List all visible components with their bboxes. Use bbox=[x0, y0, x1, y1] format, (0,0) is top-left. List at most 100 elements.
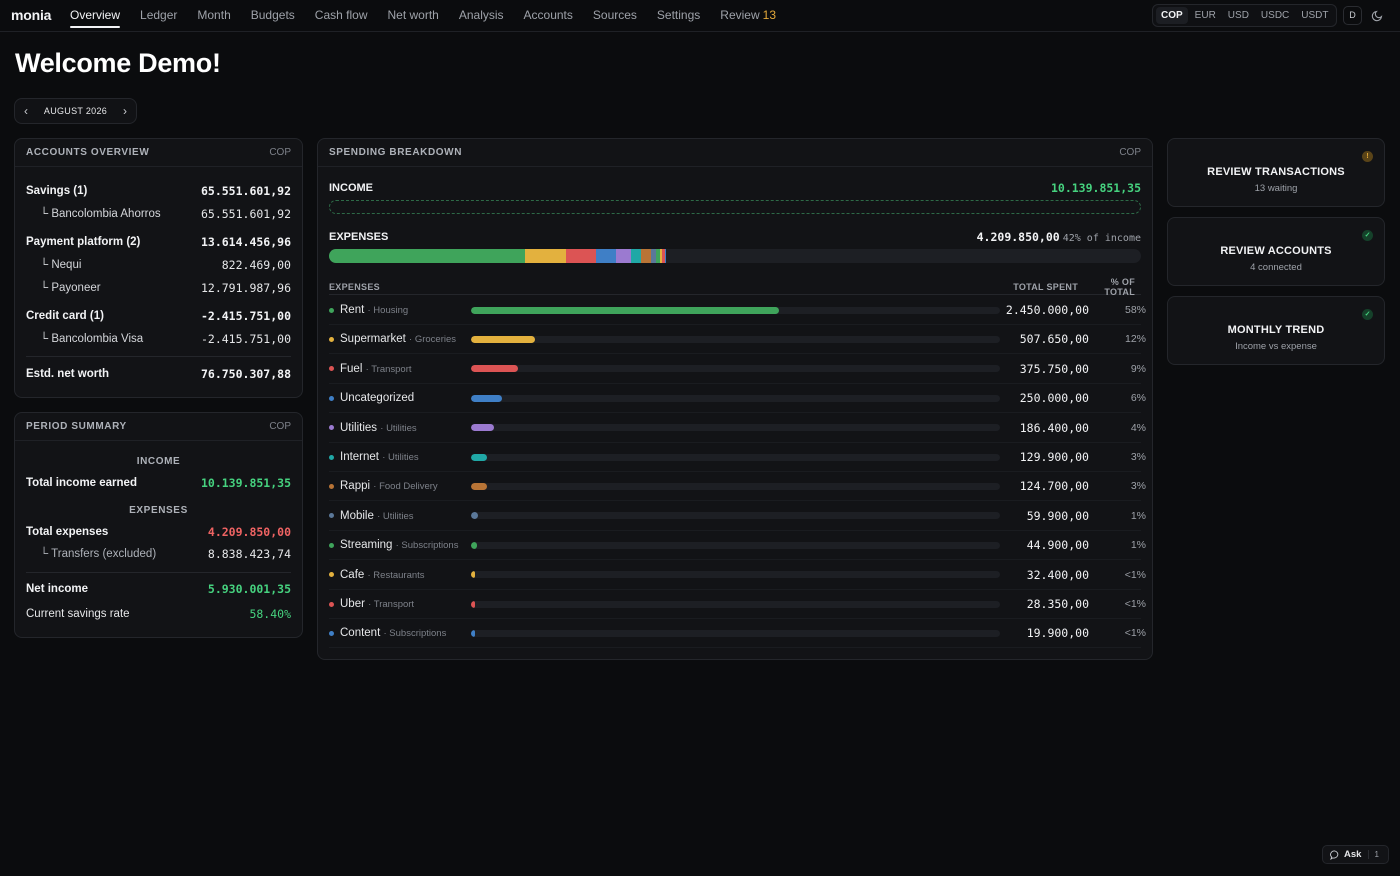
expense-bar-fill bbox=[471, 482, 487, 490]
account-group-row[interactable]: Savings (1) 65.551.601,92 bbox=[26, 183, 291, 199]
review-transactions-card[interactable]: ! REVIEW TRANSACTIONS 13 waiting bbox=[1167, 138, 1385, 207]
expense-bar-track bbox=[471, 306, 1000, 314]
expense-name: Content · Subscriptions bbox=[340, 627, 471, 639]
account-row[interactable]: └ Payoneer 12.791.987,96 bbox=[26, 280, 291, 296]
ask-button[interactable]: Ask 1 bbox=[1322, 845, 1389, 864]
expense-row[interactable]: Fuel · Transport 375.750,00 9% bbox=[329, 355, 1146, 384]
net-income-value: 5.930.001,35 bbox=[207, 582, 291, 596]
expense-label: Rappi bbox=[340, 480, 371, 493]
expense-name: Uncategorized bbox=[340, 392, 471, 404]
expense-row[interactable]: Internet · Utilities 129.900,00 3% bbox=[329, 443, 1146, 472]
expense-bar-fill bbox=[471, 629, 475, 637]
currency-usdc[interactable]: USDC bbox=[1256, 7, 1294, 24]
net-worth-label: Estd. net worth bbox=[26, 368, 110, 380]
account-group-name: Savings (1) bbox=[26, 185, 88, 197]
expense-row[interactable]: Rappi · Food Delivery 124.700,00 3% bbox=[329, 472, 1146, 502]
category-color-dot bbox=[329, 513, 334, 519]
expense-row[interactable]: Cafe · Restaurants 32.400,00 <1% bbox=[329, 561, 1146, 590]
expense-category: · Utilities bbox=[382, 452, 419, 463]
nav-net-worth[interactable]: Net worth bbox=[387, 0, 438, 32]
expense-segment bbox=[329, 249, 526, 263]
transfers-value: 8.838.423,74 bbox=[207, 547, 291, 561]
expense-label: Uber bbox=[340, 598, 365, 610]
category-color-dot bbox=[329, 307, 334, 313]
expense-percent: <1% bbox=[1124, 598, 1146, 610]
month-label[interactable]: AUGUST 2026 bbox=[44, 106, 107, 116]
nav-month[interactable]: Month bbox=[197, 0, 230, 32]
expenses-heading: EXPENSES bbox=[129, 505, 188, 516]
nav-review[interactable]: Review 13 bbox=[720, 0, 776, 32]
expense-amount: 44.900,00 bbox=[1026, 538, 1089, 553]
expense-row[interactable]: Uncategorized 250.000,00 6% bbox=[329, 384, 1146, 414]
nav-label: Analysis bbox=[458, 8, 504, 22]
monthly-trend-card[interactable]: ✓ MONTHLY TREND Income vs expense bbox=[1167, 296, 1385, 365]
review-accounts-card[interactable]: ✓ REVIEW ACCOUNTS 4 connected bbox=[1167, 217, 1385, 286]
brand-logo[interactable]: monia bbox=[11, 7, 51, 23]
category-color-dot bbox=[329, 336, 334, 342]
nav-ledger[interactable]: Ledger bbox=[140, 0, 177, 32]
category-color-dot bbox=[329, 542, 334, 548]
category-color-dot bbox=[329, 425, 334, 431]
currency-cop[interactable]: COP bbox=[1156, 7, 1188, 24]
nav-label: Budgets bbox=[250, 8, 295, 22]
nav-label: Ledger bbox=[140, 8, 178, 22]
nav-analysis[interactable]: Analysis bbox=[459, 0, 504, 32]
expense-row[interactable]: Mobile · Utilities 59.900,00 1% bbox=[329, 502, 1146, 531]
next-month-icon[interactable]: › bbox=[123, 104, 127, 118]
expense-category: · Groceries bbox=[409, 334, 457, 346]
nav-settings[interactable]: Settings bbox=[657, 0, 700, 32]
moon-icon[interactable] bbox=[1371, 8, 1385, 22]
transfers-label: └ Transfers (excluded) bbox=[40, 548, 157, 560]
expense-segment bbox=[525, 249, 566, 263]
nav-label: Settings bbox=[656, 8, 701, 22]
expense-amount: 32.400,00 bbox=[1026, 567, 1089, 582]
total-income-label: Total income earned bbox=[26, 477, 137, 489]
account-group-row[interactable]: Payment platform (2) 13.614.456,96 bbox=[26, 234, 291, 250]
nav-sources[interactable]: Sources bbox=[593, 0, 637, 32]
account-group-row[interactable]: Credit card (1) -2.415.751,00 bbox=[26, 308, 291, 324]
nav-overview[interactable]: Overview bbox=[70, 0, 121, 32]
nav-accounts[interactable]: Accounts bbox=[524, 0, 573, 32]
expense-category: · Subscriptions bbox=[395, 540, 459, 552]
expense-row[interactable]: Rent · Housing 2.450.000,00 58% bbox=[329, 296, 1146, 325]
card-currency: COP bbox=[269, 421, 291, 432]
account-value: -2.415.751,00 bbox=[200, 332, 291, 346]
expense-bar-track bbox=[471, 424, 1000, 432]
expense-row[interactable]: Utilities · Utilities 186.400,00 4% bbox=[329, 414, 1146, 443]
expense-category: · Housing bbox=[367, 305, 409, 316]
expense-bar-track bbox=[471, 600, 1000, 608]
account-row[interactable]: └ Nequi 822.469,00 bbox=[26, 257, 291, 273]
expense-row[interactable]: Streaming · Subscriptions 44.900,00 1% bbox=[329, 531, 1146, 561]
user-avatar[interactable]: D bbox=[1343, 6, 1362, 25]
currency-usdt[interactable]: USDT bbox=[1296, 7, 1333, 24]
expense-bar-fill bbox=[471, 424, 495, 432]
expense-amount: 129.900,00 bbox=[1019, 450, 1089, 464]
expense-bar-track bbox=[471, 571, 1000, 579]
total-income-value: 10.139.851,35 bbox=[200, 476, 291, 490]
income-summary-row: INCOME 10.139.851,35 bbox=[329, 181, 1141, 195]
expense-percent: 9% bbox=[1130, 362, 1146, 375]
expense-label: Rent bbox=[340, 304, 365, 316]
expense-row[interactable]: Content · Subscriptions 19.900,00 <1% bbox=[329, 619, 1146, 649]
account-row[interactable]: └ Bancolombia Ahorros 65.551.601,92 bbox=[26, 206, 291, 222]
card-title: PERIOD SUMMARY bbox=[26, 421, 127, 432]
ask-shortcut: 1 bbox=[1368, 850, 1379, 859]
expenses-stacked-bar bbox=[329, 249, 1141, 263]
prev-month-icon[interactable]: ‹ bbox=[24, 104, 28, 118]
expense-label: Mobile bbox=[340, 509, 374, 522]
card-currency: COP bbox=[1119, 147, 1141, 158]
account-row[interactable]: └ Bancolombia Visa -2.415.751,00 bbox=[26, 331, 291, 347]
card-title: SPENDING BREAKDOWN bbox=[329, 147, 463, 158]
currency-eur[interactable]: EUR bbox=[1190, 7, 1221, 24]
nav-budgets[interactable]: Budgets bbox=[251, 0, 295, 32]
column-header-name: EXPENSES bbox=[329, 281, 380, 292]
expense-amount: 59.900,00 bbox=[1026, 508, 1089, 523]
expense-category: · Food Delivery bbox=[373, 481, 438, 493]
period-summary-card: PERIOD SUMMARY COP INCOME Total income e… bbox=[14, 412, 303, 638]
nav-cash-flow[interactable]: Cash flow bbox=[315, 0, 368, 32]
category-color-dot bbox=[329, 483, 334, 489]
expense-row[interactable]: Supermarket · Groceries 507.650,00 12% bbox=[329, 325, 1146, 355]
expense-row[interactable]: Uber · Transport 28.350,00 <1% bbox=[329, 590, 1146, 619]
currency-usd[interactable]: USD bbox=[1223, 7, 1254, 24]
expense-name: Fuel · Transport bbox=[340, 363, 471, 375]
